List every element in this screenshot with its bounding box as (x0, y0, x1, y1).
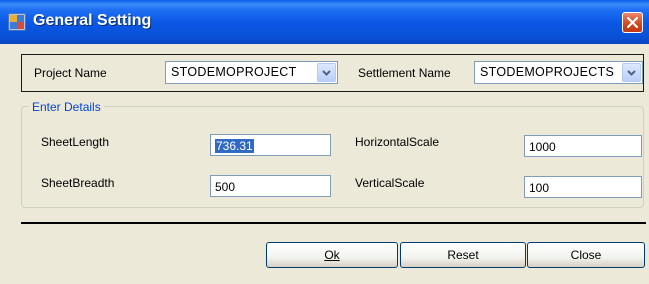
project-dropdown-button[interactable] (317, 63, 336, 82)
reset-button[interactable]: Reset (400, 242, 526, 268)
sheet-length-input[interactable]: 736.31 (210, 134, 331, 156)
vertical-scale-label: VerticalScale (355, 176, 425, 190)
sheet-length-value: 736.31 (215, 139, 254, 153)
project-name-value: STODEMOPROJECT (171, 65, 297, 79)
ok-button-label: Ok (324, 248, 340, 262)
horizontal-scale-input[interactable]: 1000 (524, 135, 642, 157)
separator-line (21, 222, 646, 224)
app-window-icon (8, 13, 26, 31)
settlement-name-value: STODEMOPROJECTS (480, 65, 615, 79)
horizontal-scale-label: HorizontalScale (355, 135, 440, 149)
sheet-length-label: SheetLength (41, 135, 110, 149)
sheet-breadth-label: SheetBreadth (41, 176, 115, 190)
enter-details-legend: Enter Details (29, 100, 104, 114)
close-window-button[interactable] (622, 12, 643, 33)
settlement-name-combobox[interactable]: STODEMOPROJECTS (474, 61, 643, 84)
window-title: General Setting (33, 12, 152, 29)
settlement-dropdown-button[interactable] (622, 63, 641, 82)
vertical-scale-input[interactable]: 100 (524, 176, 642, 198)
reset-button-label: Reset (447, 248, 479, 262)
sheet-breadth-value: 500 (215, 180, 236, 194)
project-name-combobox[interactable]: STODEMOPROJECT (165, 61, 338, 84)
dialog-body: Project Name STODEMOPROJECT Settlement N… (3, 44, 646, 284)
settlement-name-label: Settlement Name (358, 66, 451, 80)
chevron-down-icon (322, 70, 331, 76)
chevron-down-icon (627, 70, 636, 76)
title-bar[interactable]: General Setting (0, 0, 649, 44)
vertical-scale-value: 100 (529, 181, 550, 195)
horizontal-scale-value: 1000 (529, 140, 556, 154)
ok-button[interactable]: Ok (266, 242, 398, 268)
general-setting-dialog: General Setting Project Name STODEMOPROJ… (0, 0, 649, 284)
sheet-breadth-input[interactable]: 500 (210, 175, 331, 197)
project-name-label: Project Name (34, 66, 107, 80)
close-button-label: Close (570, 248, 602, 262)
close-button[interactable]: Close (527, 242, 645, 268)
close-icon (627, 17, 638, 28)
